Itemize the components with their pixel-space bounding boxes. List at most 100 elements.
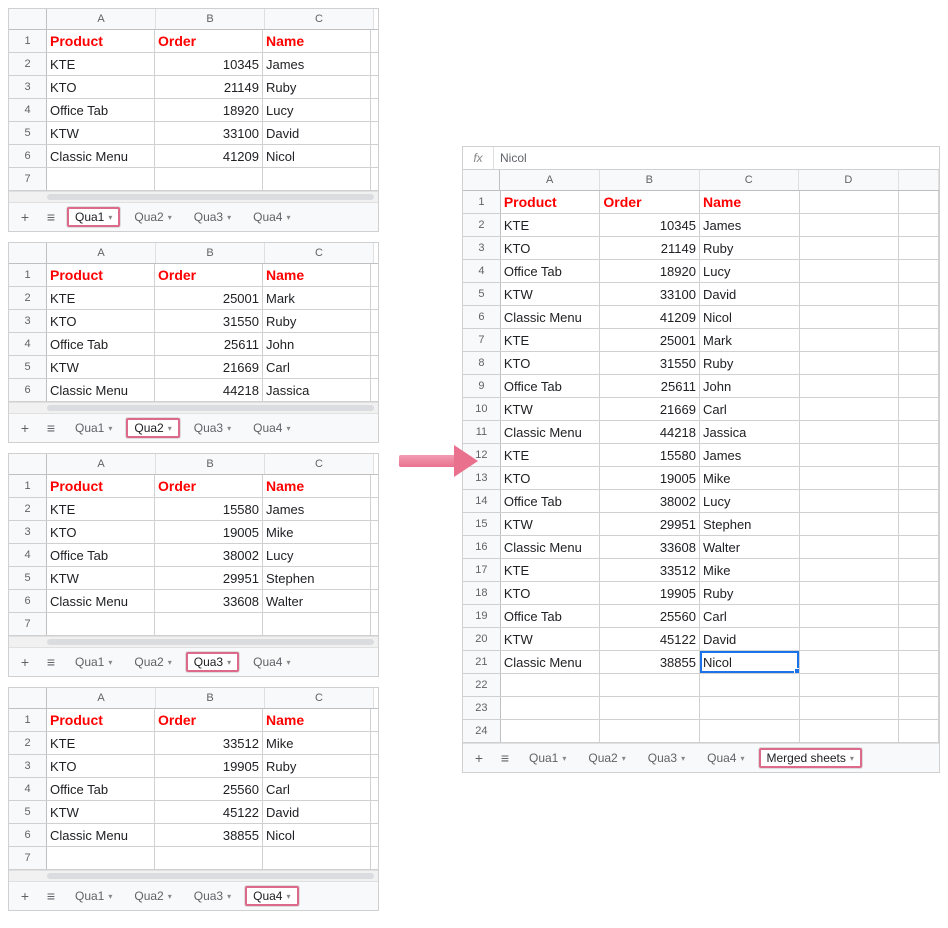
cell[interactable]: 25001 <box>600 329 700 351</box>
cell[interactable]: Classic Menu <box>47 145 155 167</box>
col-A[interactable]: A <box>47 454 156 474</box>
cell[interactable]: 21149 <box>155 76 263 98</box>
tab-qua4[interactable]: Qua4▾ <box>245 418 298 438</box>
cell[interactable] <box>800 421 900 443</box>
cell[interactable] <box>899 697 939 719</box>
cell[interactable]: 45122 <box>155 801 263 823</box>
tab-qua2[interactable]: Qua2▾ <box>580 748 633 768</box>
cell[interactable]: 18920 <box>600 260 700 282</box>
cell[interactable]: 18920 <box>155 99 263 121</box>
cell[interactable]: KTE <box>47 732 155 754</box>
cell[interactable]: Office Tab <box>501 490 601 512</box>
cell[interactable] <box>800 306 900 328</box>
row-header[interactable]: 6 <box>463 306 501 328</box>
cell[interactable]: Order <box>155 475 263 497</box>
cell[interactable]: Name <box>700 191 800 213</box>
cell[interactable]: Walter <box>700 536 800 558</box>
cell[interactable] <box>263 168 371 190</box>
cell[interactable]: Carl <box>700 605 800 627</box>
cell[interactable]: KTW <box>501 283 601 305</box>
cell[interactable]: Office Tab <box>47 778 155 800</box>
formula-value[interactable]: Nicol <box>494 151 527 165</box>
cell[interactable]: KTW <box>47 567 155 589</box>
cell[interactable] <box>800 375 900 397</box>
row-header[interactable]: 7 <box>463 329 501 351</box>
cell[interactable]: Jassica <box>263 379 371 401</box>
cell[interactable]: Lucy <box>700 260 800 282</box>
tab-qua4[interactable]: Qua4▾ <box>245 207 298 227</box>
cell[interactable]: 31550 <box>600 352 700 374</box>
cell[interactable]: Carl <box>263 778 371 800</box>
cell[interactable]: Product <box>47 264 155 286</box>
cell[interactable]: 15580 <box>600 444 700 466</box>
row-header[interactable]: 5 <box>463 283 501 305</box>
cell[interactable]: Ruby <box>263 76 371 98</box>
add-sheet-button[interactable]: + <box>15 207 35 227</box>
row-header[interactable]: 4 <box>9 333 47 355</box>
row-header[interactable]: 7 <box>9 847 47 869</box>
col-C[interactable]: C <box>265 9 374 29</box>
cell[interactable] <box>800 237 900 259</box>
row-header[interactable]: 2 <box>9 53 47 75</box>
cell[interactable] <box>899 674 939 696</box>
row-header[interactable]: 3 <box>9 521 47 543</box>
col-extra[interactable] <box>899 170 939 190</box>
col-A[interactable]: A <box>47 9 156 29</box>
cell[interactable]: Stephen <box>700 513 800 535</box>
cell[interactable]: KTE <box>501 559 601 581</box>
cell[interactable]: Classic Menu <box>501 651 601 673</box>
row-header[interactable]: 20 <box>463 628 501 650</box>
row-header[interactable]: 18 <box>463 582 501 604</box>
row-header[interactable]: 9 <box>463 375 501 397</box>
cell[interactable]: 45122 <box>600 628 700 650</box>
cell[interactable]: KTO <box>501 467 601 489</box>
cell[interactable] <box>800 191 900 213</box>
cell[interactable] <box>800 490 900 512</box>
cell[interactable]: James <box>263 498 371 520</box>
cell[interactable]: Classic Menu <box>501 536 601 558</box>
cell[interactable]: 25560 <box>155 778 263 800</box>
tab-qua2[interactable]: Qua2▾ <box>126 652 179 672</box>
cell[interactable]: KTE <box>47 53 155 75</box>
row-header[interactable]: 3 <box>9 76 47 98</box>
row-header[interactable]: 1 <box>9 30 47 52</box>
row-header[interactable]: 15 <box>463 513 501 535</box>
cell[interactable]: KTO <box>47 755 155 777</box>
cell[interactable] <box>263 613 371 635</box>
row-header[interactable]: 2 <box>9 732 47 754</box>
cell[interactable]: KTO <box>501 582 601 604</box>
cell[interactable] <box>899 513 939 535</box>
cell[interactable]: John <box>263 333 371 355</box>
cell[interactable]: 19005 <box>155 521 263 543</box>
cell[interactable]: 38002 <box>600 490 700 512</box>
cell[interactable]: James <box>263 53 371 75</box>
cell[interactable]: Carl <box>700 398 800 420</box>
cell[interactable]: Mike <box>263 521 371 543</box>
cell[interactable] <box>899 329 939 351</box>
row-header[interactable]: 21 <box>463 651 501 673</box>
col-C[interactable]: C <box>265 454 374 474</box>
cell[interactable]: Classic Menu <box>501 306 601 328</box>
cell[interactable] <box>800 260 900 282</box>
cell[interactable]: KTE <box>47 498 155 520</box>
cell[interactable]: Ruby <box>263 310 371 332</box>
cell[interactable] <box>899 467 939 489</box>
col-B[interactable]: B <box>156 243 265 263</box>
cell[interactable]: Order <box>155 30 263 52</box>
row-header[interactable]: 7 <box>9 613 47 635</box>
cell[interactable]: 33512 <box>600 559 700 581</box>
col-A[interactable]: A <box>47 688 156 708</box>
cell[interactable]: Classic Menu <box>501 421 601 443</box>
horizontal-scrollbar[interactable] <box>9 636 378 647</box>
cell[interactable]: KTW <box>501 513 601 535</box>
cell[interactable] <box>155 613 263 635</box>
cell[interactable]: Order <box>155 709 263 731</box>
cell[interactable]: Walter <box>263 590 371 612</box>
cell[interactable]: 21149 <box>600 237 700 259</box>
cell[interactable] <box>800 697 900 719</box>
select-all-corner[interactable] <box>9 9 47 29</box>
cell[interactable]: James <box>700 214 800 236</box>
row-header[interactable]: 4 <box>9 778 47 800</box>
select-all-corner[interactable] <box>9 688 47 708</box>
cell[interactable]: 15580 <box>155 498 263 520</box>
